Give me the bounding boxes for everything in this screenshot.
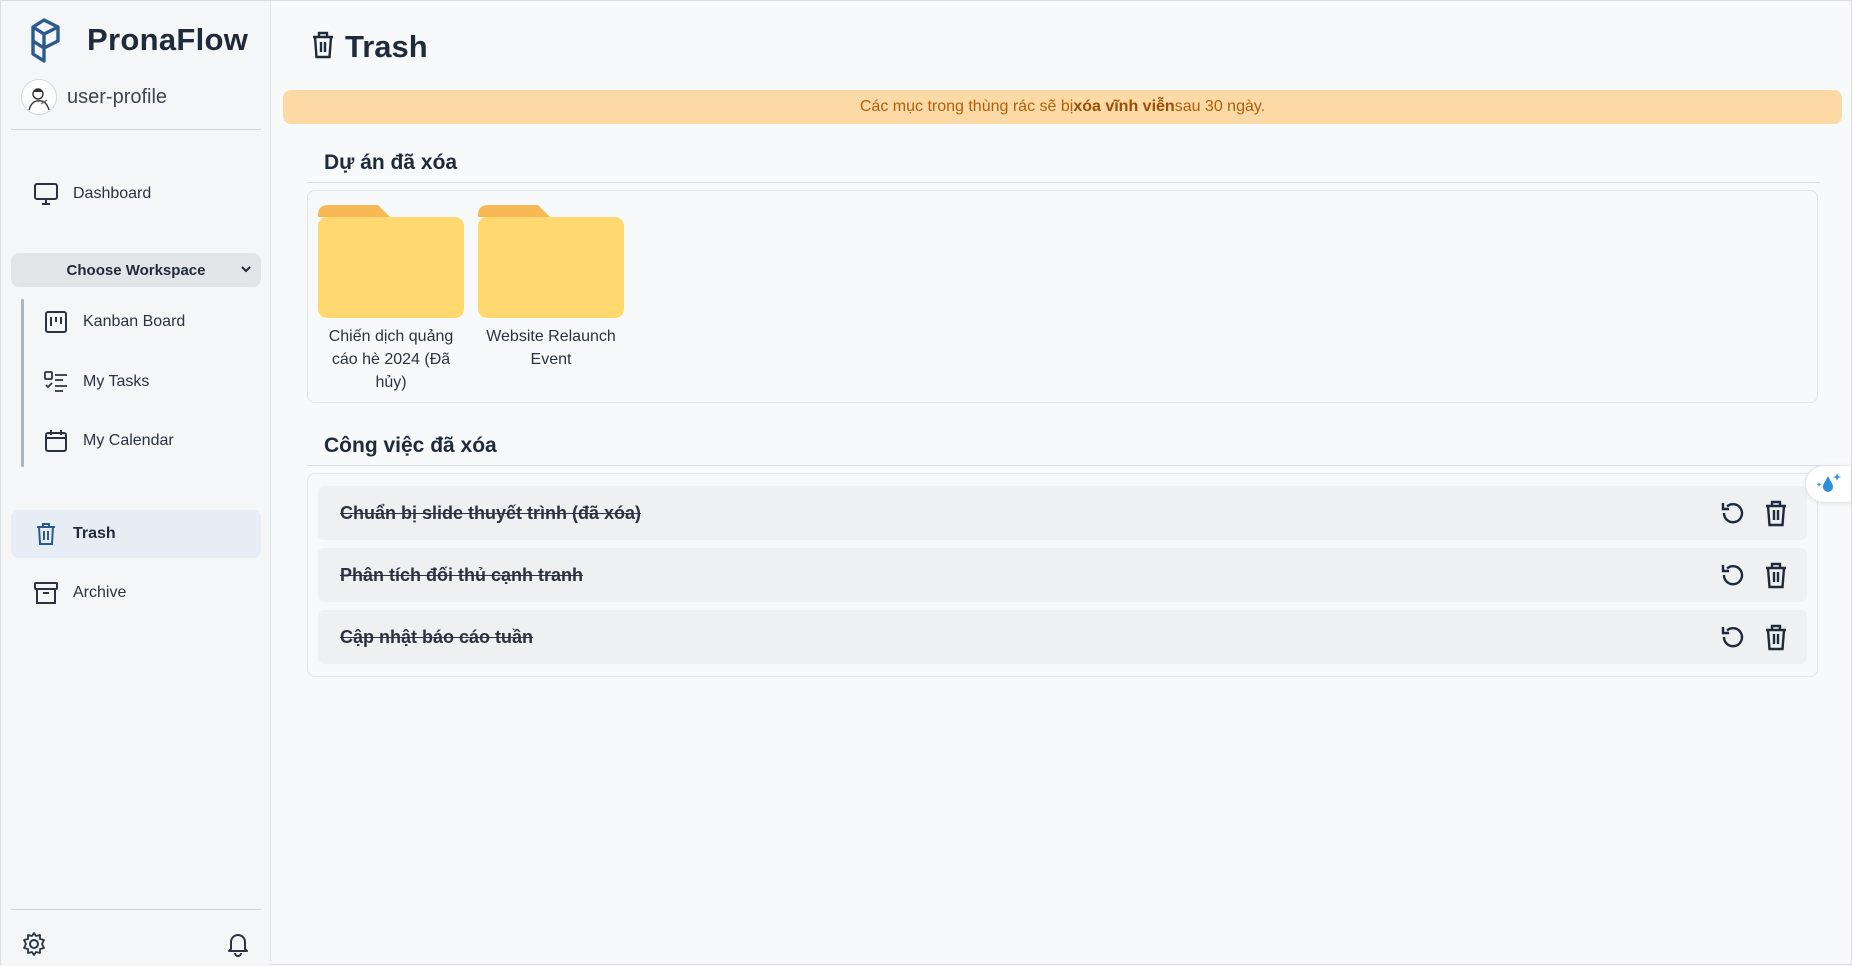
delete-permanent-icon[interactable] [1761,498,1791,528]
banner-prefix: Các mục trong thùng rác sẽ bị [859,98,1074,115]
chevron-down-icon [239,262,253,280]
task-row: Chuẩn bị slide thuyết trình (đã xóa) [318,486,1807,540]
assistant-fab[interactable] [1805,465,1851,503]
banner-suffix: sau 30 ngày. [1174,98,1266,115]
page-title: Trash [309,29,428,65]
sidebar-item-label: My Calendar [83,432,174,449]
user-profile[interactable]: user-profile [21,79,167,115]
restore-icon[interactable] [1717,622,1747,652]
avatar[interactable] [21,79,57,115]
sidebar-item-kanban-board[interactable]: Kanban Board [33,300,253,344]
warning-banner: Các mục trong thùng rác sẽ bị xóa vĩnh vi… [283,90,1842,124]
sidebar-item-label: Trash [73,525,116,542]
archive-icon [33,580,59,606]
profile-name: user-profile [67,85,168,108]
sidebar-item-label: Dashboard [73,185,152,202]
avatar-icon [28,88,50,111]
sidebar-item-label: Kanban Board [83,313,186,330]
app-window: PronaFlow user-profile Dashboard Choose … [0,0,1852,966]
project-name: Website Relaunch Event [486,328,616,368]
deleted-tasks-panel: Chuẩn bị slide thuyết trình (đã xóa) Phâ… [307,473,1818,677]
section-divider [307,182,1820,183]
brand-name: PronaFlow [87,22,249,57]
monitor-icon [33,181,59,207]
sidebar-item-label: My Tasks [83,373,150,390]
section-divider [307,465,1820,466]
sparkle-drop-icon [1816,473,1841,492]
checklist-icon [43,369,69,395]
task-name: Cập nhật báo cáo tuần [340,626,534,647]
task-name: Phân tích đối thủ cạnh tranh [340,564,583,585]
project-folder[interactable]: Chiến dịch quảng cáo hè 2024 (Đã hủy) [318,203,464,394]
kanban-icon [43,309,69,335]
sidebar-item-my-calendar[interactable]: My Calendar [33,419,253,463]
task-row: Cập nhật báo cáo tuần [318,610,1807,664]
page-title-text: Trash [345,29,428,64]
trash-icon [33,521,59,547]
project-name: Chiến dịch quảng cáo hè 2024 (Đã hủy) [328,328,454,391]
folder-icon [318,205,464,318]
workspace-select[interactable]: Choose Workspace [11,253,261,287]
delete-permanent-icon[interactable] [1761,560,1791,590]
trash-icon [309,30,337,65]
restore-icon[interactable] [1717,560,1747,590]
sidebar-item-trash[interactable]: Trash [11,510,261,558]
sidebar: PronaFlow user-profile Dashboard Choose … [1,1,271,966]
task-name: Chuẩn bị slide thuyết trình (đã xóa) [340,502,642,523]
sidebar-item-label: Archive [73,584,127,601]
pronaflow-logo-icon [31,18,60,63]
deleted-tasks-title: Công việc đã xóa [324,434,497,457]
sidebar-item-archive[interactable]: Archive [11,569,261,617]
brand[interactable]: PronaFlow [27,17,248,63]
project-folder[interactable]: Website Relaunch Event [478,203,624,371]
gear-icon[interactable] [19,929,49,959]
task-row: Phân tích đối thủ cạnh tranh [318,548,1807,602]
deleted-projects-panel: Chiến dịch quảng cáo hè 2024 (Đã hủy) We… [307,190,1818,403]
workspace-rail [21,299,24,467]
bell-icon[interactable] [223,929,253,959]
sidebar-item-dashboard[interactable]: Dashboard [11,170,261,218]
restore-icon[interactable] [1717,498,1747,528]
sidebar-divider [11,129,261,130]
deleted-projects-title: Dự án đã xóa [324,151,458,174]
delete-permanent-icon[interactable] [1761,622,1791,652]
workspace-select-value: Choose Workspace [66,261,206,279]
sidebar-item-my-tasks[interactable]: My Tasks [33,360,253,404]
banner-bold: xóa vĩnh viễn [1073,98,1175,115]
folder-icon [478,205,624,318]
calendar-icon [43,428,69,454]
sidebar-divider [11,909,261,910]
